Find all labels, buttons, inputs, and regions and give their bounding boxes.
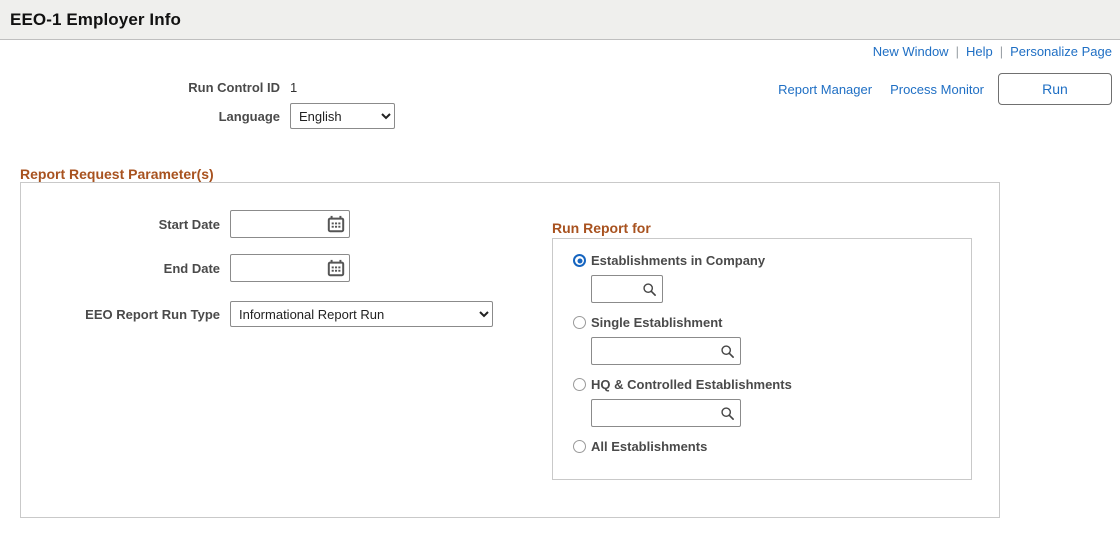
establishment-lookup-input[interactable]	[597, 340, 720, 362]
language-label: Language	[218, 108, 280, 124]
language-row: Language English	[0, 103, 1120, 129]
eeo-report-run-type-select[interactable]: Informational Report Run	[230, 301, 493, 327]
run-control-block: Run Control ID 1 Language English	[0, 80, 1120, 137]
run-report-for-heading: Run Report for	[552, 220, 651, 236]
establishment-lookup-field[interactable]	[591, 337, 741, 365]
page-title: EEO-1 Employer Info	[10, 9, 181, 29]
radio-button[interactable]	[573, 378, 586, 391]
run-report-for-option-label[interactable]: Single Establishment	[591, 315, 722, 330]
establishment-lookup-input[interactable]	[597, 278, 642, 300]
establishment-lookup-field[interactable]	[591, 275, 663, 303]
radio-button[interactable]	[573, 254, 586, 267]
run-report-for-option-label[interactable]: HQ & Controlled Establishments	[591, 377, 792, 392]
report-request-parameters-heading: Report Request Parameter(s)	[20, 166, 214, 182]
end-date-label: End Date	[163, 260, 220, 276]
establishment-lookup-input[interactable]	[597, 402, 720, 424]
run-report-for-options: Establishments in Company Single Establis…	[553, 239, 971, 454]
run-control-id-row: Run Control ID 1	[0, 80, 1120, 95]
search-icon[interactable]	[642, 282, 657, 297]
help-link[interactable]: Help	[966, 44, 993, 59]
personalize-page-link[interactable]: Personalize Page	[1010, 44, 1112, 59]
start-date-label: Start Date	[158, 216, 220, 232]
utility-links: New Window | Help | Personalize Page	[873, 44, 1112, 59]
search-icon[interactable]	[720, 406, 735, 421]
run-report-for-option[interactable]: Single Establishment	[553, 315, 971, 330]
run-report-for-option-label[interactable]: Establishments in Company	[591, 253, 765, 268]
end-date-input[interactable]	[235, 257, 321, 279]
start-date-input[interactable]	[235, 213, 321, 235]
run-report-for-option[interactable]: HQ & Controlled Establishments	[553, 377, 971, 392]
run-report-for-option[interactable]: Establishments in Company	[553, 253, 971, 268]
start-date-field[interactable]	[230, 210, 350, 238]
start-date-row: Start Date	[0, 210, 520, 238]
radio-button[interactable]	[573, 440, 586, 453]
calendar-icon[interactable]	[327, 215, 345, 233]
run-control-id-label: Run Control ID	[188, 80, 280, 95]
link-separator-1: |	[955, 44, 959, 59]
search-icon[interactable]	[720, 344, 735, 359]
page-header: EEO-1 Employer Info	[0, 0, 1120, 40]
establishment-lookup-field[interactable]	[591, 399, 741, 427]
end-date-row: End Date	[0, 254, 520, 282]
calendar-icon[interactable]	[327, 259, 345, 277]
run-report-for-option-label[interactable]: All Establishments	[591, 439, 707, 454]
language-select[interactable]: English	[290, 103, 395, 129]
eeo-report-run-type-label: EEO Report Run Type	[85, 306, 220, 322]
eeo-report-run-type-row: EEO Report Run Type Informational Report…	[0, 301, 520, 327]
run-report-for-option[interactable]: All Establishments	[553, 439, 971, 454]
left-parameter-fields: Start Date End Date EEO Report Run Type …	[0, 210, 520, 335]
link-separator-2: |	[999, 44, 1004, 59]
run-control-id-value: 1	[290, 80, 298, 95]
new-window-link[interactable]: New Window	[873, 44, 949, 59]
radio-button[interactable]	[573, 316, 586, 329]
run-report-for-groupbox: Establishments in Company Single Establis…	[552, 238, 972, 480]
end-date-field[interactable]	[230, 254, 350, 282]
